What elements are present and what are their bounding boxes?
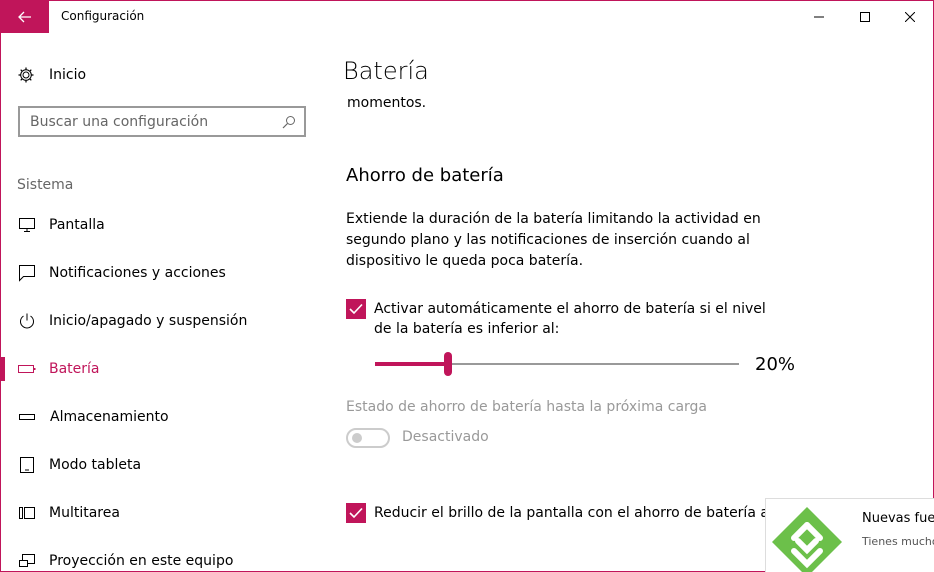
gear-icon xyxy=(17,66,37,84)
auto-saver-checkbox[interactable] xyxy=(346,299,366,319)
monitor-icon xyxy=(17,215,37,235)
toast-body: Tienes mucho xyxy=(862,535,934,548)
reduce-brightness-label: Reducir el brillo de la pantalla con el … xyxy=(374,505,795,521)
notification-icon xyxy=(17,263,37,283)
toast-title: Nuevas fuer xyxy=(862,511,934,526)
toggle-knob xyxy=(352,433,362,443)
battery-saver-title: Ahorro de batería xyxy=(346,165,504,186)
multitask-icon xyxy=(17,503,37,523)
saver-state-toggle[interactable] xyxy=(346,428,390,448)
check-icon xyxy=(349,507,363,519)
battery-icon xyxy=(17,359,37,379)
sidebar-item-modo-tableta[interactable]: Modo tableta xyxy=(1,441,323,489)
maximize-icon xyxy=(860,12,870,22)
notification-toast[interactable]: Nuevas fuer Tienes mucho xyxy=(765,498,934,572)
projection-icon xyxy=(17,551,37,571)
title-bar: Configuración xyxy=(1,1,933,33)
main-content: Batería momentos. Ahorro de batería Exti… xyxy=(323,33,933,572)
sidebar-item-notificaciones[interactable]: Notificaciones y acciones xyxy=(1,249,323,297)
slider-value: 20% xyxy=(755,354,796,375)
battery-saver-description: Extiende la duración de la batería limit… xyxy=(346,211,761,269)
sidebar-item-pantalla[interactable]: Pantalla xyxy=(1,201,323,249)
sidebar-item-bateria[interactable]: Batería xyxy=(1,345,323,393)
sidebar-item-label: Almacenamiento xyxy=(50,409,169,425)
search-input[interactable]: Buscar una configuración xyxy=(18,106,306,137)
search-icon xyxy=(282,115,295,128)
home-link[interactable]: Inicio xyxy=(17,63,86,87)
reduce-brightness-option[interactable]: Reducir el brillo de la pantalla con el … xyxy=(346,503,794,523)
sidebar-item-multitarea[interactable]: Multitarea xyxy=(1,489,323,537)
auto-saver-option[interactable]: Activar automáticamente el ahorro de bat… xyxy=(346,299,786,339)
sidebar-item-label: Multitarea xyxy=(49,505,120,521)
battery-threshold-slider[interactable] xyxy=(375,349,741,379)
back-button[interactable] xyxy=(1,1,49,33)
storage-icon xyxy=(17,407,37,427)
minimize-button[interactable] xyxy=(796,1,842,33)
search-placeholder: Buscar una configuración xyxy=(30,113,209,130)
sidebar-item-label: Modo tableta xyxy=(49,457,142,473)
auto-saver-label: Activar automáticamente el ahorro de bat… xyxy=(374,301,766,337)
sidebar-item-inicio-apagado[interactable]: Inicio/apagado y suspensión xyxy=(1,297,323,345)
sidebar-item-almacenamiento[interactable]: Almacenamiento xyxy=(1,393,323,441)
close-button[interactable] xyxy=(887,1,933,33)
feedly-logo-icon xyxy=(772,507,842,572)
sidebar: Inicio Buscar una configuración Sistema … xyxy=(1,33,323,572)
sidebar-item-label: Batería xyxy=(49,361,100,377)
section-label: Sistema xyxy=(17,177,74,193)
sidebar-item-label: Inicio/apagado y suspensión xyxy=(49,313,248,329)
saver-state-label: Estado de ahorro de batería hasta la pró… xyxy=(346,399,707,415)
minimize-icon xyxy=(814,16,824,18)
home-label: Inicio xyxy=(49,67,87,83)
check-icon xyxy=(349,303,363,315)
tablet-icon xyxy=(17,455,37,475)
maximize-button[interactable] xyxy=(842,1,888,33)
power-icon xyxy=(17,311,37,331)
sidebar-item-label: Notificaciones y acciones xyxy=(49,265,226,281)
description-fragment: momentos. xyxy=(347,95,427,111)
close-icon xyxy=(905,12,915,22)
page-title: Batería xyxy=(343,57,429,85)
back-arrow-icon xyxy=(18,11,31,23)
slider-thumb[interactable] xyxy=(444,352,452,376)
slider-fill xyxy=(375,362,448,366)
window-title: Configuración xyxy=(61,9,145,23)
reduce-brightness-checkbox[interactable] xyxy=(346,503,366,523)
toggle-state-label: Desactivado xyxy=(402,429,489,445)
sidebar-item-label: Pantalla xyxy=(49,217,105,233)
sidebar-item-label: Proyección en este equipo xyxy=(49,553,234,569)
sidebar-item-proyeccion[interactable]: Proyección en este equipo xyxy=(1,537,323,572)
